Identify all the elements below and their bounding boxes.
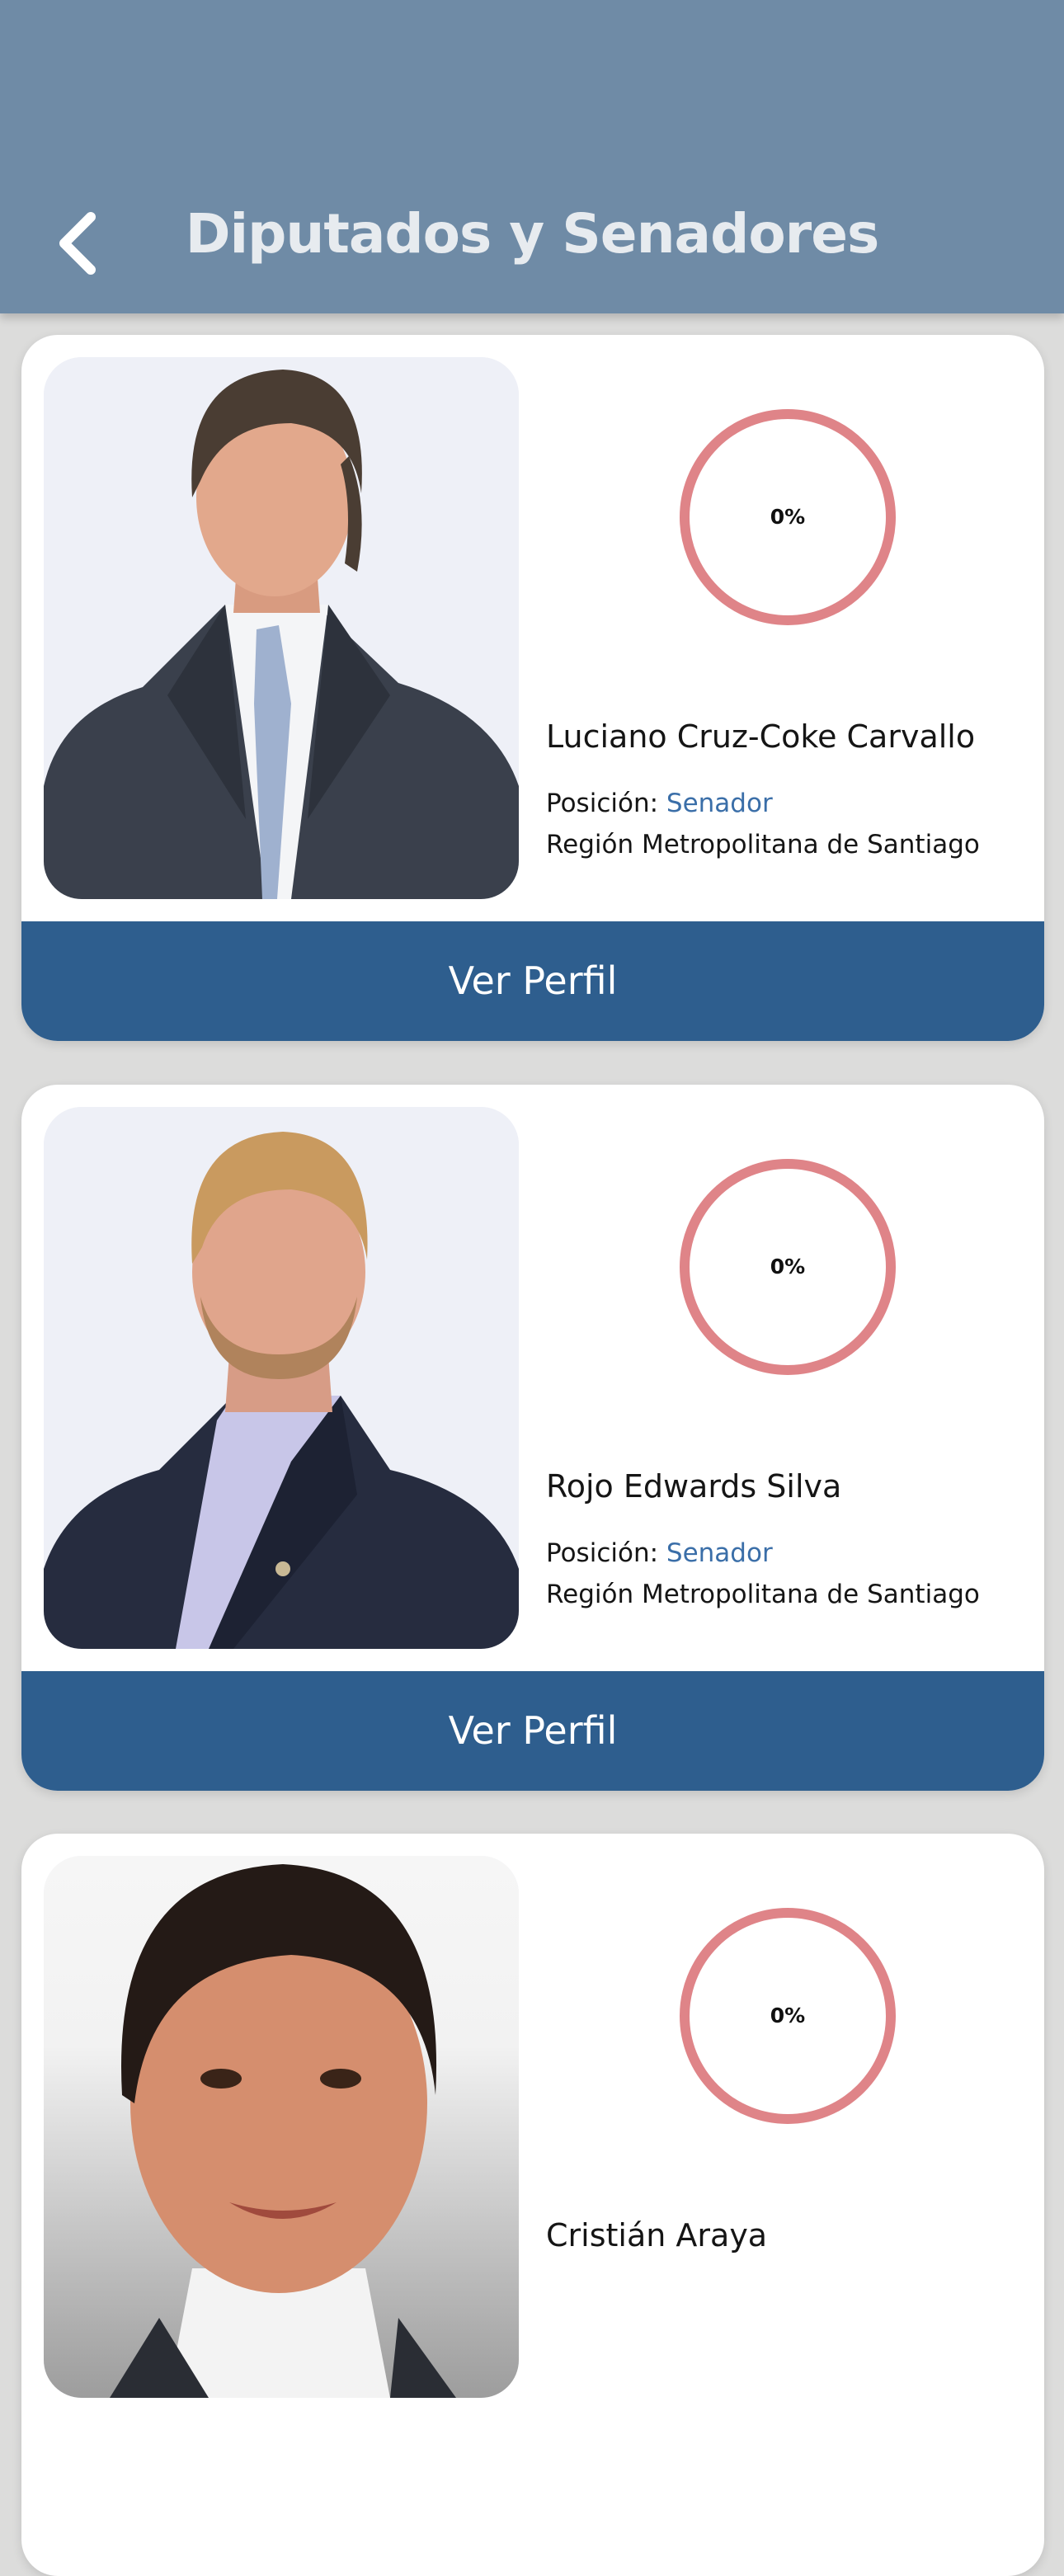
person-name: Luciano Cruz-Coke Carvallo [546, 718, 976, 755]
person-position: Posición: Senador [546, 789, 773, 818]
person-card: 0% Cristián Araya [21, 1834, 1044, 2576]
app-header: Diputados y Senadores [0, 0, 1064, 313]
person-card: 0% Rojo Edwards Silva Posición: Senador … [21, 1085, 1044, 1791]
score-value: 0% [770, 1255, 806, 1279]
person-photo [44, 1107, 519, 1649]
view-profile-button[interactable]: Ver Perfil [21, 1671, 1044, 1791]
position-label: Posición: [546, 1538, 659, 1568]
person-position: Posición: Senador [546, 1538, 773, 1568]
view-profile-button[interactable]: Ver Perfil [21, 921, 1044, 1041]
score-value: 0% [770, 505, 806, 529]
score-ring: 0% [678, 407, 897, 627]
person-photo [44, 357, 519, 899]
person-card: 0% Luciano Cruz-Coke Carvallo Posición: … [21, 335, 1044, 1041]
person-photo [44, 1856, 519, 2398]
score-ring: 0% [678, 1906, 897, 2126]
person-name: Cristián Araya [546, 2217, 768, 2253]
page-title: Diputados y Senadores [185, 202, 880, 266]
position-label: Posición: [546, 789, 659, 818]
position-value: Senador [666, 789, 773, 818]
score-ring: 0% [678, 1157, 897, 1377]
person-region: Región Metropolitana de Santiago [546, 830, 980, 859]
score-value: 0% [770, 2004, 806, 2027]
person-name: Rojo Edwards Silva [546, 1468, 842, 1505]
position-value: Senador [666, 1538, 773, 1568]
person-region: Región Metropolitana de Santiago [546, 1580, 980, 1609]
